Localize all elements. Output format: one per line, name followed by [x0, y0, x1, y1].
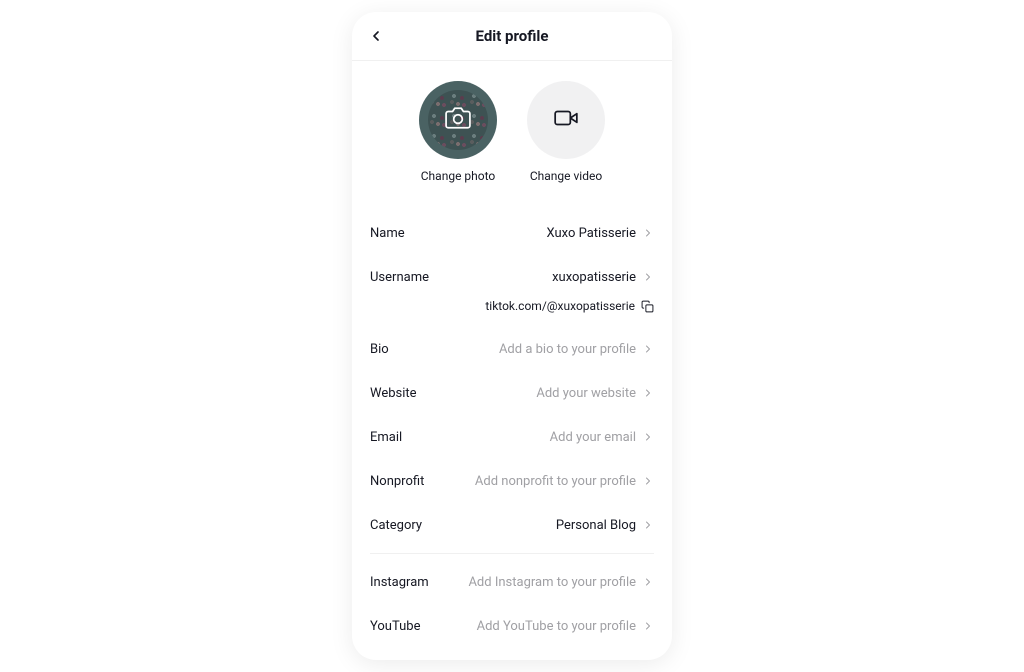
row-placeholder: Add Instagram to your profile [429, 575, 642, 590]
row-placeholder: Add a bio to your profile [389, 342, 642, 357]
chevron-right-icon [642, 431, 654, 443]
row-label: Name [370, 226, 405, 241]
chevron-right-icon [642, 519, 654, 531]
copy-button[interactable] [641, 300, 654, 313]
chevron-right-icon [642, 271, 654, 283]
back-chevron-icon [368, 28, 384, 44]
chevron-right-icon [642, 343, 654, 355]
chevron-right-icon [642, 387, 654, 399]
row-label: Email [370, 430, 402, 445]
camera-icon [445, 105, 471, 135]
copy-icon [641, 300, 654, 313]
row-bio[interactable]: Bio Add a bio to your profile [352, 327, 672, 371]
row-email[interactable]: Email Add your email [352, 415, 672, 459]
video-icon [553, 105, 579, 135]
row-nonprofit[interactable]: Nonprofit Add nonprofit to your profile [352, 459, 672, 503]
change-photo[interactable]: Change photo [419, 81, 497, 183]
row-instagram[interactable]: Instagram Add Instagram to your profile [352, 560, 672, 604]
row-label: Category [370, 518, 422, 533]
profile-photo-avatar[interactable] [419, 81, 497, 159]
change-video-label: Change video [530, 169, 602, 183]
row-category[interactable]: Category Personal Blog [352, 503, 672, 547]
row-label: Website [370, 386, 417, 401]
row-placeholder: Add your website [417, 386, 642, 401]
section-divider [370, 553, 654, 554]
row-youtube[interactable]: YouTube Add YouTube to your profile [352, 604, 672, 648]
profile-url: tiktok.com/@xuxopatisserie [485, 299, 635, 313]
row-website[interactable]: Website Add your website [352, 371, 672, 415]
change-photo-label: Change photo [421, 169, 496, 183]
row-value: Xuxo Patisserie [405, 226, 642, 241]
row-label: Instagram [370, 575, 429, 590]
chevron-right-icon [642, 227, 654, 239]
row-label: Nonprofit [370, 474, 424, 489]
row-label: YouTube [370, 619, 421, 634]
profile-video-avatar[interactable] [527, 81, 605, 159]
row-placeholder: Add YouTube to your profile [421, 619, 643, 634]
row-name[interactable]: Name Xuxo Patisserie [352, 211, 672, 255]
chevron-right-icon [642, 576, 654, 588]
settings-rows: Name Xuxo Patisserie Username xuxopatiss… [352, 211, 672, 660]
row-label: Username [370, 270, 429, 285]
row-placeholder: Add your email [402, 430, 642, 445]
back-button[interactable] [368, 26, 388, 46]
profile-url-row: tiktok.com/@xuxopatisserie [352, 299, 672, 327]
row-value: Personal Blog [422, 518, 642, 533]
edit-profile-screen: Edit profile Change photo [352, 12, 672, 660]
page-title: Edit profile [476, 27, 549, 45]
header: Edit profile [352, 12, 672, 61]
chevron-right-icon [642, 475, 654, 487]
media-row: Change photo Change video [352, 61, 672, 211]
change-video[interactable]: Change video [527, 81, 605, 183]
row-value: xuxopatisserie [429, 270, 642, 285]
row-placeholder: Add nonprofit to your profile [424, 474, 642, 489]
row-label: Bio [370, 342, 389, 357]
row-username[interactable]: Username xuxopatisserie [352, 255, 672, 299]
chevron-right-icon [642, 620, 654, 632]
